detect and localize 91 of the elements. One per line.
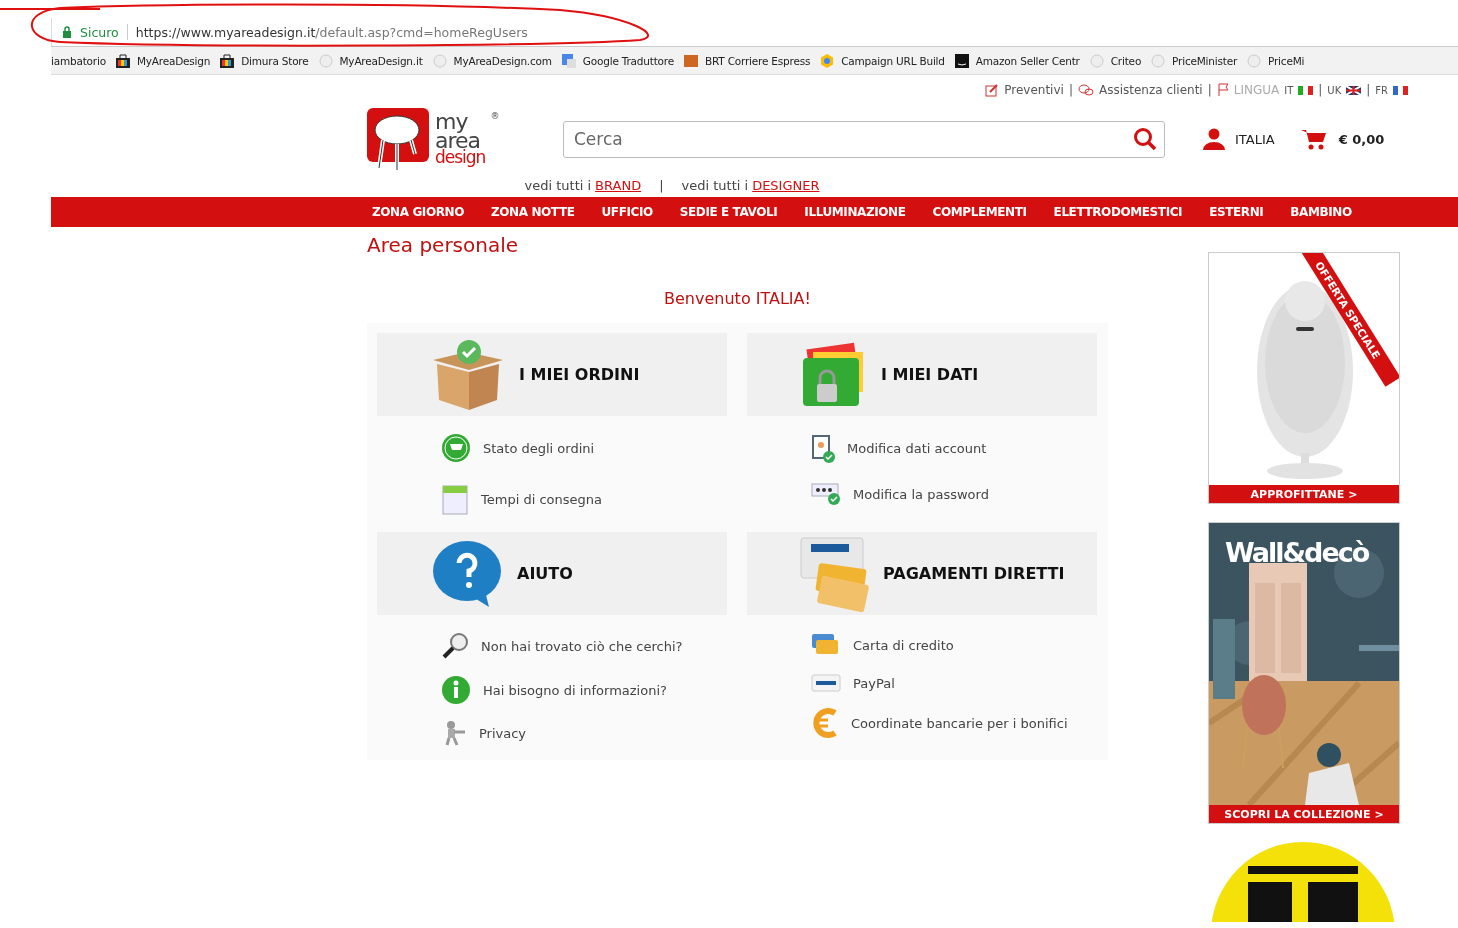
user-icon	[1203, 128, 1225, 150]
search-icon	[441, 632, 469, 660]
separator: |	[1068, 83, 1073, 97]
banner-link[interactable]: SCOPRI LA COLLEZIONE >	[1209, 805, 1399, 823]
flag-icon	[1393, 85, 1408, 95]
nav-item[interactable]: ESTERNI	[1209, 205, 1264, 219]
bookmark[interactable]: Dimura Store	[241, 54, 309, 67]
separator: |	[659, 177, 664, 193]
header-link[interactable]: Assistenza clienti	[1098, 83, 1203, 97]
globe-icon	[1088, 52, 1105, 69]
search-icon	[1133, 126, 1157, 151]
password-icon	[811, 482, 841, 506]
nav-item[interactable]: UFFICIO	[601, 205, 653, 219]
bookmark[interactable]: Google Traduttore	[582, 54, 674, 67]
section-link[interactable]: PayPal	[853, 675, 895, 691]
globe-icon	[317, 52, 334, 69]
globe-icon	[431, 52, 448, 69]
hexagon-icon	[819, 52, 836, 69]
secure-label: Sicuro	[80, 24, 119, 40]
cart-total[interactable]: € 0,00	[1338, 131, 1385, 147]
section-link[interactable]: Modifica dati account	[847, 440, 987, 456]
see-all-link[interactable]: BRAND	[595, 177, 642, 193]
nav-item[interactable]: BAMBINO	[1290, 205, 1352, 219]
separator: |	[1318, 83, 1323, 97]
language-link[interactable]: IT	[1284, 84, 1294, 96]
see-all-label: vedi tutti i	[524, 177, 592, 193]
section-title: I MIEI DATI	[881, 365, 979, 384]
separator: |	[1207, 83, 1212, 97]
bookmark[interactable]: PriceMi	[1268, 54, 1305, 67]
calendar-icon	[441, 482, 469, 516]
banner-title: Wall&decò	[1225, 537, 1369, 568]
section-link[interactable]: Carta di credito	[853, 637, 954, 653]
bookmark[interactable]: MyAreaDesign	[136, 54, 211, 67]
see-all-label: vedi tutti i	[681, 177, 749, 193]
registered-mark: ®	[490, 113, 500, 121]
separator: |	[1366, 83, 1371, 97]
section-link[interactable]: Hai bisogno di informazioni?	[483, 682, 667, 698]
cart-icon	[1300, 128, 1327, 150]
nav-item[interactable]: ILLUMINAZIONE	[804, 205, 906, 219]
logo-text: design	[435, 150, 486, 165]
page-title: Area personale	[367, 233, 520, 259]
search-field[interactable]: Cerca	[563, 120, 1165, 158]
bookmark[interactable]: Criteo	[1110, 54, 1142, 67]
cart-icon	[441, 433, 471, 463]
chat-icon	[1077, 83, 1094, 97]
globe-icon	[1246, 52, 1263, 69]
nav-item[interactable]: COMPLEMENTI	[932, 205, 1027, 219]
section-title: AIUTO	[517, 564, 573, 583]
see-all-link[interactable]: DESIGNER	[752, 177, 820, 193]
language-label: LINGUA	[1233, 83, 1280, 97]
section-link[interactable]: Tempi di consegna	[481, 491, 602, 507]
globe-icon	[1150, 52, 1167, 69]
bookmark[interactable]: BRT Corriere Espress	[704, 54, 811, 67]
language-link[interactable]: FR	[1375, 84, 1388, 96]
section-link[interactable]: Modifica la password	[853, 486, 989, 502]
nav-item[interactable]: ZONA NOTTE	[491, 205, 575, 219]
address-field[interactable]: https://www.myareadesign.it/default.asp?cmd=homeRegUsers	[135, 24, 528, 40]
flag-icon	[1346, 85, 1362, 95]
nav-item[interactable]: ZONA GIORNO	[372, 205, 464, 219]
shopping-bag-icon	[114, 52, 131, 69]
bookmark[interactable]: MyAreaDesign.it	[339, 54, 423, 67]
section-title: I MIEI ORDINI	[519, 365, 640, 384]
header-link[interactable]: Preventivi	[1004, 83, 1064, 97]
nav-item[interactable]: SEDIE E TAVOLI	[679, 205, 778, 219]
collection-banner[interactable]: Wall&decò SCOPRI LA COLLEZIONE >	[1208, 522, 1400, 824]
bookmark[interactable]: Amazon Seller Centr	[975, 54, 1080, 67]
payment-cards-icon	[799, 535, 871, 612]
flag-icon	[1216, 83, 1229, 97]
shopping-bag-icon	[219, 52, 236, 69]
section-link[interactable]: Coordinate bancarie per i bonifici	[851, 715, 1068, 731]
info-icon	[441, 675, 471, 705]
bookmark[interactable]: MyAreaDesign.com	[453, 54, 552, 67]
welcome-message: Benvenuto ITALIA!	[663, 289, 812, 310]
edit-icon	[985, 83, 1000, 97]
account-link[interactable]: ITALIA	[1235, 131, 1275, 147]
flag-icon	[1298, 85, 1314, 95]
section-link[interactable]: Non hai trovato ciò che cerchi?	[481, 638, 683, 654]
section-title: PAGAMENTI DIRETTI	[883, 564, 1065, 583]
euro-icon	[811, 708, 839, 738]
language-link[interactable]: UK	[1327, 84, 1342, 96]
logo-text: my	[435, 113, 469, 132]
bookmark[interactable]: iambatorio	[51, 54, 106, 67]
bookmark[interactable]: PriceMinister	[1172, 54, 1238, 67]
chair-logo-icon	[367, 106, 431, 172]
id-badge-icon	[811, 433, 835, 463]
banner-link[interactable]: APPROFITTANE >	[1209, 485, 1399, 503]
bookmark[interactable]: Campaign URL Build	[841, 54, 945, 67]
nav-item[interactable]: ELETTRODOMESTICI	[1053, 205, 1183, 219]
section-link[interactable]: Privacy	[479, 725, 527, 741]
lock-icon	[62, 26, 72, 38]
section-link[interactable]: Stato degli ordini	[483, 440, 595, 456]
